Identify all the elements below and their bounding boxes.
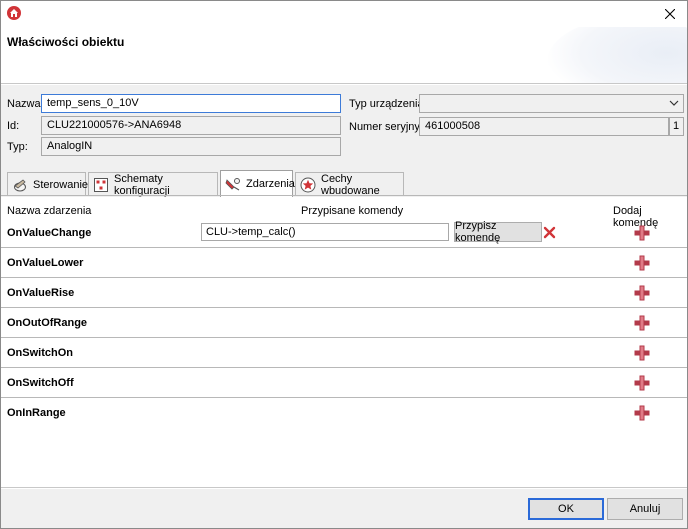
schema-icon [94, 177, 108, 192]
id-field: CLU221000576->ANA6948 [41, 116, 341, 135]
event-name: OnSwitchOn [7, 347, 73, 359]
col-header-commands: Przypisane komendy [301, 205, 404, 217]
serial-label: Numer seryjny: [349, 121, 423, 133]
tab-divider [1, 195, 687, 196]
assign-command-button[interactable]: Przypisz komendę [454, 220, 542, 244]
col-header-event: Nazwa zdarzenia [7, 205, 92, 217]
add-command-icon[interactable] [633, 344, 651, 362]
dialog-header: Właściwości obiektu [1, 27, 687, 83]
star-icon [300, 177, 316, 192]
event-row-onvaluerise: OnValueRise [1, 278, 687, 308]
close-icon [665, 9, 675, 19]
tab-sterowanie[interactable]: Sterowanie [7, 172, 89, 196]
type-label: Typ: [7, 141, 28, 153]
event-name: OnInRange [7, 407, 66, 419]
ok-button[interactable]: OK [528, 498, 604, 520]
tab-zdarzenia[interactable]: Zdarzenia [220, 170, 295, 197]
chevron-down-icon [669, 100, 679, 106]
event-name: OnValueRise [7, 287, 75, 299]
type-field: AnalogIN [41, 137, 341, 156]
serial-field: 461000508 [419, 117, 669, 136]
event-name: OnValueLower [7, 257, 84, 269]
event-row-onswitchoff: OnSwitchOff [1, 368, 687, 398]
add-command-icon[interactable] [633, 374, 651, 392]
footer-divider [1, 487, 687, 488]
event-name: OnOutOfRange [7, 317, 88, 329]
house-icon [7, 6, 21, 20]
header-decoration [547, 27, 687, 83]
tab-cechy-wbudowane[interactable]: Cechy wbudowane [295, 172, 404, 197]
cancel-button[interactable]: Anuluj [607, 498, 683, 520]
add-command-icon[interactable] [633, 254, 651, 272]
tab-label: Cechy wbudowane [321, 172, 380, 197]
add-command-icon[interactable] [633, 224, 651, 242]
events-panel: Nazwa zdarzenia Przypisane komendy Dodaj… [1, 197, 687, 465]
event-row-onswitchon: OnSwitchOn [1, 338, 687, 368]
form-area: Nazwa: temp_sens_0_10V Id: CLU221000576-… [1, 85, 687, 465]
tab-label: Zdarzenia [246, 178, 295, 190]
device-type-select[interactable] [419, 94, 684, 113]
add-command-icon[interactable] [633, 284, 651, 302]
properties-dialog: Właściwości obiektu Nazwa: temp_sens_0_1… [0, 0, 688, 529]
add-command-icon[interactable] [633, 314, 651, 332]
tab-label: Schematy konfiguracji [114, 172, 170, 197]
tab-label: Sterowanie [33, 178, 89, 191]
assigned-command-field[interactable]: CLU->temp_calc() [201, 223, 449, 241]
delete-icon[interactable] [543, 226, 556, 239]
events-icon [225, 178, 240, 191]
serial-count-field: 1 [669, 117, 684, 136]
close-button[interactable] [653, 1, 687, 27]
event-name: OnValueChange [7, 227, 92, 239]
page-title: Właściwości obiektu [7, 35, 125, 49]
event-row-onvaluelower: OnValueLower [1, 248, 687, 278]
control-icon [14, 178, 26, 191]
add-command-icon[interactable] [633, 404, 651, 422]
device-type-label: Typ urządzenia: [349, 98, 427, 110]
name-field[interactable]: temp_sens_0_10V [41, 94, 341, 113]
event-row-onoutofrange: OnOutOfRange [1, 308, 687, 338]
event-name: OnSwitchOff [7, 377, 74, 389]
event-row-onvaluechange: OnValueChange CLU->temp_calc() Przypisz … [1, 218, 687, 248]
tab-schematy-konfiguracji[interactable]: Schematy konfiguracji [88, 172, 218, 197]
name-label: Nazwa: [7, 98, 44, 110]
event-row-oninrange: OnInRange [1, 398, 687, 428]
id-label: Id: [7, 120, 20, 132]
title-bar [1, 1, 687, 27]
header-divider [1, 83, 687, 84]
dialog-footer: OK Anuluj [1, 489, 687, 528]
